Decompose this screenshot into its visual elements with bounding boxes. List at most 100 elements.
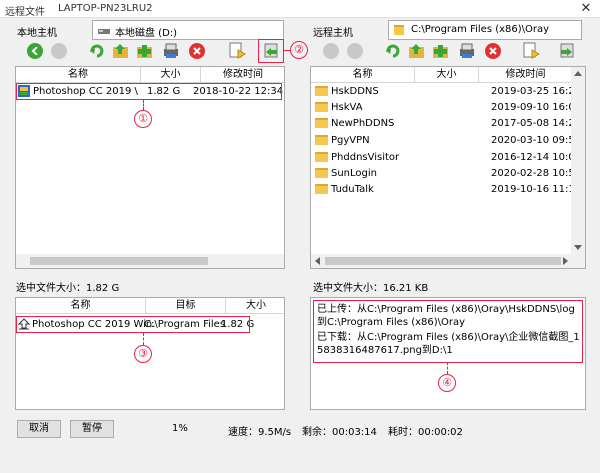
refresh-icon (386, 44, 400, 58)
new-folder-button[interactable] (134, 40, 156, 62)
drive-button[interactable] (160, 40, 182, 62)
list-item[interactable]: PhddnsVisitor (315, 150, 399, 166)
folder-icon (315, 86, 328, 96)
delete-button[interactable] (186, 40, 208, 62)
file-name: HskVA (331, 102, 363, 113)
horizontal-scrollbar[interactable] (16, 254, 284, 268)
refresh-icon (90, 44, 104, 58)
local-path-text: 本地磁盘 (D:) (115, 28, 178, 39)
delete-icon (485, 43, 501, 59)
folder-icon (315, 118, 328, 128)
list-item[interactable]: PgyVPN (315, 133, 370, 149)
file-name: SunLogin (331, 168, 378, 179)
file-name: PhddnsVisitor (331, 152, 400, 163)
folder-icon (315, 135, 328, 145)
back-arrow-icon (27, 43, 43, 59)
remote-back-button[interactable] (320, 40, 342, 62)
col-name[interactable]: 名称 (16, 67, 141, 83)
close-button[interactable]: ✕ (578, 1, 594, 17)
file-name: NewPhDDNS (331, 118, 395, 129)
back-button[interactable] (24, 40, 46, 62)
col-mtime[interactable]: 修改时间 (201, 67, 284, 83)
highlight-queue-item (16, 316, 250, 333)
marker-3: ③ (134, 345, 152, 363)
marker-4-line (447, 362, 448, 374)
file-name: TuduTalk (331, 184, 374, 195)
window-title: 远程文件 (5, 7, 45, 18)
local-host-label: 本地主机 (17, 28, 57, 39)
rename-icon (229, 42, 246, 59)
folder-up-icon (409, 44, 424, 58)
delete-icon (189, 43, 205, 59)
transfer-log: 已上传：从C:\Program Files (x86)\Oray\HskDDNS… (310, 297, 586, 410)
highlight-upload (258, 39, 284, 63)
forward-arrow-icon (347, 43, 363, 59)
scroll-right-arrow[interactable] (563, 257, 568, 265)
remote-path-box[interactable]: C:\Program Files (x86)\Oray (388, 20, 582, 40)
col-size[interactable]: 大小 (141, 67, 201, 83)
scroll-thumb[interactable] (30, 257, 208, 265)
remote-rename-button[interactable] (520, 40, 542, 62)
col-name[interactable]: 名称 (311, 67, 415, 83)
file-name: HskDDNS (331, 86, 379, 97)
drive-icon (98, 26, 110, 39)
local-path-box[interactable]: 本地磁盘 (D:) (92, 20, 284, 40)
printer-icon (164, 43, 178, 58)
rename-icon (523, 42, 540, 59)
speed-text: 速度：9.5M/s (228, 427, 292, 438)
marker-2: ② (290, 41, 308, 59)
scroll-left-arrow[interactable] (315, 257, 320, 265)
local-selected-size: 选中文件大小：1.82 G (16, 283, 120, 294)
list-item[interactable]: SunLogin (315, 166, 377, 182)
marker-1: ① (134, 110, 152, 128)
log-line: 已下载：从C:\Program Files (x86)\Oray\企业微信截图_… (317, 332, 580, 356)
marker-1-line (143, 100, 144, 110)
scroll-down-arrow[interactable] (574, 245, 582, 250)
remote-forward-button[interactable] (344, 40, 366, 62)
scroll-thumb[interactable] (325, 257, 561, 265)
remote-new-folder-button[interactable] (430, 40, 452, 62)
remote-drive-button[interactable] (456, 40, 478, 62)
title-bar: 远程文件 LAPTOP-PN23LRU2 ✕ (0, 0, 600, 18)
forward-arrow-icon (51, 43, 67, 59)
remote-host-label: 远程主机 (313, 28, 353, 39)
vertical-scrollbar[interactable] (571, 67, 585, 254)
up-folder-button[interactable] (110, 40, 132, 62)
folder-up-icon (113, 44, 128, 58)
queue-col-target[interactable]: 目标 (146, 298, 226, 314)
file-name: PgyVPN (331, 135, 370, 146)
col-mtime[interactable]: 修改时间 (479, 67, 573, 83)
remote-selected-size: 选中文件大小：16.21 KB (313, 283, 429, 294)
remote-file-list[interactable]: 名称 大小 修改时间 HskDDNS 2019-03-25 16:22:21 H… (310, 66, 586, 269)
list-item[interactable]: HskVA (315, 100, 363, 116)
progress-percent: 1% (172, 423, 188, 434)
list-item[interactable]: TuduTalk (315, 182, 374, 198)
forward-button[interactable] (48, 40, 70, 62)
remote-path-text: C:\Program Files (x86)\Oray (411, 24, 550, 35)
new-folder-icon (433, 45, 448, 58)
rename-button[interactable] (226, 40, 248, 62)
marker-4: ④ (438, 374, 456, 392)
download-button[interactable] (556, 40, 578, 62)
log-line: 已上传：从C:\Program Files (x86)\Oray\HskDDNS… (317, 304, 575, 328)
folder-icon (315, 168, 328, 178)
remote-refresh-button[interactable] (382, 40, 404, 62)
list-item[interactable]: NewPhDDNS (315, 116, 394, 132)
remote-delete-button[interactable] (482, 40, 504, 62)
cancel-button[interactable]: 取消 (17, 420, 61, 438)
horizontal-scrollbar[interactable] (311, 254, 585, 268)
marker-3-line (143, 333, 144, 345)
transfer-icon (560, 43, 574, 58)
back-arrow-icon (323, 43, 339, 59)
col-size[interactable]: 大小 (415, 67, 479, 83)
remote-up-folder-button[interactable] (406, 40, 428, 62)
highlight-local-file (16, 83, 282, 100)
queue-col-name[interactable]: 名称 (16, 298, 146, 314)
queue-col-size[interactable]: 大小 (226, 298, 284, 314)
pause-button[interactable]: 暂停 (70, 420, 114, 438)
host-name: LAPTOP-PN23LRU2 (58, 3, 153, 14)
list-item[interactable]: HskDDNS (315, 84, 379, 100)
scroll-up-arrow[interactable] (574, 71, 582, 76)
new-folder-icon (137, 45, 152, 58)
refresh-button[interactable] (86, 40, 108, 62)
